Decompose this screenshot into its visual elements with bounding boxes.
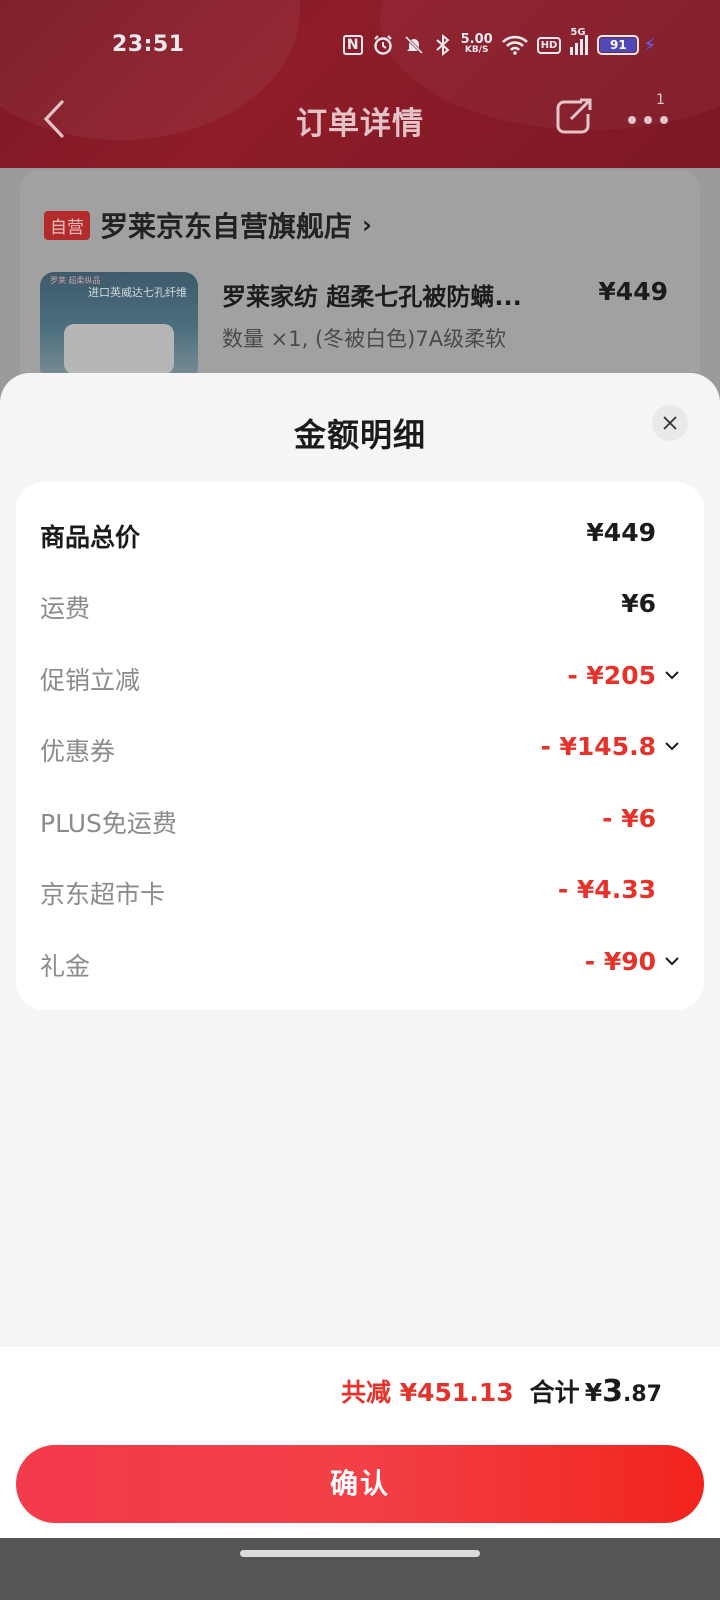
network-speed: 5.00 KB/S: [460, 32, 493, 55]
total-currency: ¥: [584, 1378, 603, 1407]
product-price: ¥449: [598, 277, 668, 306]
sheet-title: 金额明细: [293, 416, 426, 454]
alarm-icon: [373, 35, 392, 55]
status-time: 23:51: [112, 32, 185, 57]
product-image-caption: 进口英威达七孔纤维: [88, 286, 187, 299]
row-goods-total: 商品总价 ¥449: [40, 514, 680, 554]
shop-name: 罗莱京东自营旗舰店: [100, 210, 353, 243]
mute-bell-icon: [404, 35, 423, 55]
close-button[interactable]: [652, 405, 688, 441]
status-bar: 23:51 N 5.00 KB/S HD 5G 91 ⚡: [0, 27, 720, 64]
bluetooth-icon: [435, 34, 450, 56]
row-label: 运费: [40, 594, 91, 623]
row-label: 促销立减: [40, 666, 141, 695]
battery-indicator: 91 ⚡: [597, 35, 656, 56]
message-badge: 1: [656, 92, 665, 108]
row-amount: - ¥4.33: [557, 875, 656, 904]
row-supermarket-card: 京东超市卡 - ¥4.33: [40, 871, 680, 911]
row-amount: - ¥6: [602, 804, 656, 833]
navigation-bar: 订单详情 1: [0, 92, 720, 148]
confirm-area: 确认: [0, 1435, 720, 1538]
quilt-illustration: [64, 324, 174, 374]
page-title: 订单详情: [296, 106, 424, 142]
cell-signal-icon: 5G: [570, 27, 589, 55]
home-indicator[interactable]: [240, 1550, 480, 1557]
charging-icon: ⚡: [643, 34, 656, 56]
row-coupon[interactable]: 优惠券 - ¥145.8: [40, 728, 680, 768]
wifi-icon: [501, 35, 528, 55]
total-decimal: .87: [623, 1382, 662, 1407]
chevron-down-icon[interactable]: [664, 667, 680, 683]
product-name[interactable]: 罗莱家纺 超柔七孔被防螨...: [222, 277, 572, 312]
page-header: 23:51 N 5.00 KB/S HD 5G 91 ⚡ 订单详情 1: [0, 0, 720, 168]
total-integer: 3: [602, 1374, 624, 1409]
total-saved: 共减 ¥451.13: [341, 1378, 514, 1407]
shop-row[interactable]: 自营 罗莱京东自营旗舰店 ›: [44, 205, 372, 245]
battery-level: 91: [600, 38, 637, 52]
summary: 共减 ¥451.13 合计 ¥3.87: [341, 1373, 662, 1409]
total-amount: 合计 ¥3.87: [530, 1373, 662, 1409]
nfc-icon: N: [342, 35, 363, 55]
row-plus-free-shipping: PLUS免运费 - ¥6: [40, 800, 680, 840]
row-promotion[interactable]: 促销立减 - ¥205: [40, 657, 680, 697]
status-icons: N 5.00 KB/S HD 5G 91 ⚡: [342, 27, 656, 56]
product-spec[interactable]: 数量 ×1, (冬被白色)7A级柔软: [222, 323, 506, 353]
row-shipping: 运费 ¥6: [40, 585, 680, 625]
row-amount: - ¥90: [584, 947, 656, 976]
chevron-down-icon[interactable]: [664, 738, 680, 754]
system-nav-bar: [0, 1538, 720, 1600]
close-icon: [663, 416, 677, 430]
chevron-right-icon: ›: [362, 211, 372, 239]
hd-icon: HD: [536, 36, 562, 54]
row-gift-money[interactable]: 礼金 - ¥90: [40, 943, 680, 983]
amount-detail-card: 商品总价 ¥449 运费 ¥6 促销立减 - ¥205 优惠券 - ¥145.8…: [16, 482, 704, 1010]
row-amount: - ¥145.8: [540, 732, 656, 761]
row-label: PLUS免运费: [40, 809, 177, 838]
product-image[interactable]: 罗莱 超柔纵品 进口英威达七孔纤维: [40, 272, 198, 382]
row-label: 礼金: [40, 952, 91, 981]
chevron-down-icon[interactable]: [664, 953, 680, 969]
row-label: 京东超市卡: [40, 880, 166, 909]
row-label: 商品总价: [40, 523, 141, 552]
share-icon[interactable]: [554, 96, 594, 136]
row-amount: ¥6: [621, 589, 656, 618]
more-options-icon[interactable]: [626, 96, 672, 136]
total-label: 合计: [529, 1378, 580, 1407]
row-label: 优惠券: [40, 737, 116, 766]
summary-bar: 共减 ¥451.13 合计 ¥3.87: [0, 1347, 720, 1435]
self-operated-tag: 自营: [44, 210, 90, 240]
row-amount: ¥449: [586, 518, 656, 547]
confirm-button[interactable]: 确认: [16, 1445, 704, 1523]
row-amount: - ¥205: [567, 661, 656, 690]
